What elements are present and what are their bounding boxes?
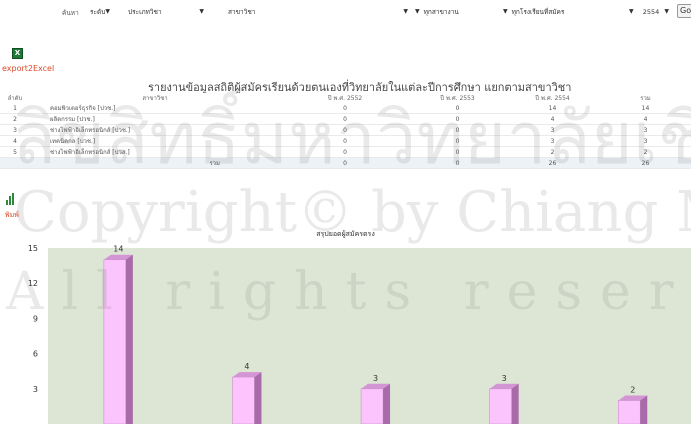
total-total: 26 <box>600 157 691 169</box>
chevron-down-icon: ▼ <box>199 8 204 15</box>
y-tick-label: 9 <box>33 314 38 323</box>
total-2554: 26 <box>505 157 600 169</box>
bar <box>489 388 512 424</box>
bar <box>232 376 255 424</box>
row-2554: 4 <box>505 113 600 125</box>
data-label: 2 <box>630 386 635 395</box>
col-header-2554: ปี พ.ศ. 2554 <box>505 93 600 103</box>
y-tick-label: 3 <box>33 385 38 394</box>
chevron-down-icon: ▼ <box>415 8 420 15</box>
data-label: 3 <box>373 374 378 383</box>
table-row: 1 คอมพิวเตอร์ธุรกิจ [ปวช.] 0 0 14 14 <box>0 103 691 114</box>
row-total: 14 <box>600 103 691 114</box>
table-row: 5 ช่างไฟฟ้าอิเล็กทรอนิกส์ [ปวส.] 0 0 2 2 <box>0 146 691 158</box>
bar-side <box>254 372 262 424</box>
search-label: ค้นหา <box>62 9 79 17</box>
col-header-total: รวม <box>600 93 691 103</box>
row-major: ผลิตกรรม [ปวช.] <box>30 113 280 125</box>
excel-icon[interactable]: X <box>12 48 23 59</box>
chevron-down-icon: ▼ <box>629 8 634 15</box>
col-header-2553: ปี พ.ศ. 2553 <box>410 93 505 103</box>
row-2553: 0 <box>410 135 505 147</box>
row-2552: 0 <box>280 124 410 136</box>
y-tick-label: 12 <box>28 279 38 288</box>
row-2552: 0 <box>280 135 410 147</box>
level-select[interactable]: ระดับ ▼ <box>88 5 110 18</box>
go-button[interactable]: Go <box>677 4 691 18</box>
row-no: 5 <box>0 146 30 158</box>
bar-chart: 3 6 9 12 15 14 4 3 3 2 <box>0 240 691 424</box>
bar <box>103 259 127 424</box>
export-excel-link[interactable]: export2Excel <box>2 64 54 73</box>
row-2552: 0 <box>280 146 410 158</box>
row-major: เทคนิคกล [ปวช.] <box>30 135 280 147</box>
school-select[interactable]: ▼ ทุกโรงเรียนที่สมัคร <box>501 5 603 18</box>
total-label: รวม <box>30 157 280 169</box>
total-row: รวม 0 0 26 26 <box>0 157 691 169</box>
row-2554: 2 <box>505 146 600 158</box>
table-row: 4 เทคนิคกล [ปวช.] 0 0 3 3 <box>0 135 691 147</box>
chevron-down-icon: ▼ <box>105 8 110 15</box>
chevron-down-icon: ▼ <box>664 8 669 15</box>
major-select[interactable]: สาขาวิชา ▼ <box>226 5 410 18</box>
y-tick-label: 6 <box>33 350 38 359</box>
col-header-no: ลำดับ <box>0 93 30 103</box>
year-select[interactable]: ▼ 2554 ▼ <box>627 5 671 18</box>
bar-side <box>511 383 519 424</box>
agency-select[interactable]: ▼ ทุกสาขางาน <box>413 5 493 18</box>
row-total: 3 <box>600 124 691 136</box>
bar-side <box>383 383 391 424</box>
data-label: 4 <box>244 362 249 371</box>
row-total: 4 <box>600 113 691 125</box>
row-total: 2 <box>600 146 691 158</box>
row-2553: 0 <box>410 103 505 114</box>
y-tick-label: 15 <box>28 244 38 253</box>
bar-chart-icon[interactable] <box>6 193 16 205</box>
table-row: 3 ช่างไฟฟ้าอิเล็กทรอนิกส์ [ปวช.] 0 0 3 3 <box>0 124 691 136</box>
total-2552: 0 <box>280 157 410 169</box>
bar <box>617 400 641 424</box>
chart-title: สรุปยอดผู้สมัครตรง <box>316 230 375 238</box>
col-header-2552: ปี พ.ศ. 2552 <box>280 93 410 103</box>
report-table: ลำดับ สาขาวิชา ปี พ.ศ. 2552 ปี พ.ศ. 2553… <box>0 93 691 169</box>
row-total: 3 <box>600 135 691 147</box>
row-2553: 0 <box>410 124 505 136</box>
filter-bar: ค้นหา ระดับ ▼ ประเภทวิชา ▼ สาขาวิชา ▼ ▼ ทุกส… <box>0 0 691 22</box>
data-label: 3 <box>502 374 507 383</box>
row-major: คอมพิวเตอร์ธุรกิจ [ปวช.] <box>30 103 280 114</box>
print-link[interactable]: พิมพ์ <box>5 210 19 221</box>
category-select[interactable]: ประเภทวิชา ▼ <box>126 5 206 18</box>
row-2552: 0 <box>280 103 410 114</box>
row-major: ช่างไฟฟ้าอิเล็กทรอนิกส์ [ปวช.] <box>30 124 280 136</box>
bar <box>360 388 384 424</box>
table-row: 2 ผลิตกรรม [ปวช.] 0 0 4 4 <box>0 113 691 125</box>
table-header-row: ลำดับ สาขาวิชา ปี พ.ศ. 2552 ปี พ.ศ. 2553… <box>0 93 691 103</box>
row-no: 4 <box>0 135 30 147</box>
chart-svg: 3 6 9 12 15 14 4 3 3 2 <box>28 244 691 424</box>
row-2553: 0 <box>410 146 505 158</box>
row-2552: 0 <box>280 113 410 125</box>
chevron-down-icon: ▼ <box>403 8 408 15</box>
bar-side <box>640 395 648 424</box>
row-2554: 14 <box>505 103 600 114</box>
row-2554: 3 <box>505 135 600 147</box>
total-2553: 0 <box>410 157 505 169</box>
row-no: 2 <box>0 113 30 125</box>
row-2553: 0 <box>410 113 505 125</box>
data-label: 14 <box>113 245 123 254</box>
bar-side <box>125 254 133 424</box>
total-spacer <box>0 157 30 169</box>
row-no: 3 <box>0 124 30 136</box>
row-no: 1 <box>0 103 30 114</box>
row-2554: 3 <box>505 124 600 136</box>
col-header-major: สาขาวิชา <box>30 93 280 103</box>
chevron-down-icon: ▼ <box>503 8 508 15</box>
row-major: ช่างไฟฟ้าอิเล็กทรอนิกส์ [ปวส.] <box>30 146 280 158</box>
